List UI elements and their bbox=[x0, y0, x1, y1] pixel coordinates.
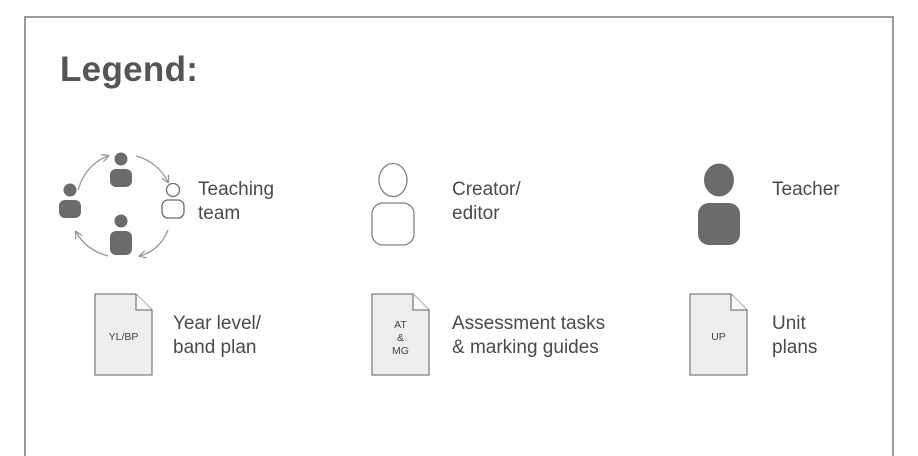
person-filled-icon bbox=[698, 163, 740, 245]
doc-text-up: UP bbox=[711, 331, 726, 343]
label-creator-editor: Creator/ editor bbox=[452, 179, 521, 224]
doc-text-at: AT bbox=[394, 319, 407, 331]
person-outline-icon bbox=[371, 162, 415, 246]
label-teacher: Teacher bbox=[772, 179, 840, 200]
document-icon: UP bbox=[689, 293, 748, 376]
legend-title: Legend: bbox=[60, 50, 199, 89]
document-icon: AT & MG bbox=[371, 293, 430, 376]
doc-text-mg: MG bbox=[392, 345, 409, 357]
doc-text-amp: & bbox=[397, 332, 404, 344]
label-year-level-plan: Year level/ band plan bbox=[173, 313, 262, 358]
label-teaching-team: Teaching team bbox=[198, 179, 275, 224]
label-unit-plans: Unit plans bbox=[772, 313, 818, 358]
label-assessment-tasks: Assessment tasks & marking guides bbox=[452, 313, 606, 358]
document-icon: YL/BP bbox=[94, 293, 153, 376]
teaching-team-icon bbox=[59, 152, 185, 262]
doc-text-yl-bp: YL/BP bbox=[109, 331, 139, 343]
